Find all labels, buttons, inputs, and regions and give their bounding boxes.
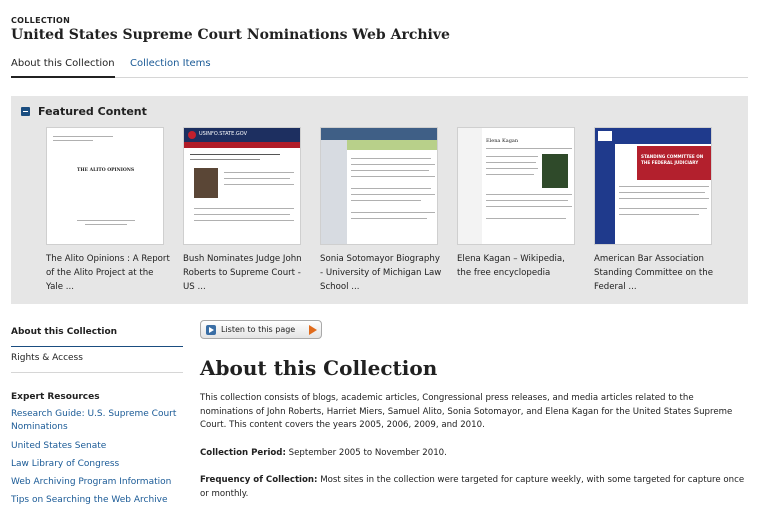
listen-to-page-button[interactable]: Listen to this page <box>200 320 322 339</box>
listen-label: Listen to this page <box>221 325 296 334</box>
thumbnail-image[interactable]: Elena Kagan <box>457 127 575 245</box>
featured-card-roberts[interactable]: USINFO.STATE.GOV Bush Nominates Judge Jo… <box>183 127 303 294</box>
sidebar-link-web-archiving[interactable]: Web Archiving Program Information <box>11 476 183 489</box>
frequency-label: Frequency of Collection: <box>200 475 318 485</box>
thumbnail-image[interactable]: THE ALITO OPINIONS <box>46 127 164 245</box>
collection-frequency: Frequency of Collection: Most sites in t… <box>200 474 748 501</box>
portrait-photo <box>542 154 568 188</box>
featured-content-panel: Featured Content THE ALITO OPINIONS The … <box>11 96 748 304</box>
featured-heading: Featured Content <box>38 105 147 118</box>
featured-card-aba[interactable]: STANDING COMMITTEE ON THE FEDERAL JUDICI… <box>594 127 714 294</box>
sidebar-link-senate[interactable]: United States Senate <box>11 440 183 453</box>
expert-resources-heading: Expert Resources <box>11 392 100 402</box>
collection-description: This collection consists of blogs, acade… <box>200 393 733 430</box>
featured-caption[interactable]: American Bar Association Standing Commit… <box>594 252 718 294</box>
page-title: United States Supreme Court Nominations … <box>11 27 450 43</box>
thumbnail-image[interactable] <box>320 127 438 245</box>
collapse-icon[interactable] <box>21 107 30 116</box>
tab-about[interactable]: About this Collection <box>11 58 115 78</box>
thumbnail-text: THE ALITO OPINIONS <box>77 168 135 173</box>
seal-icon <box>188 131 196 139</box>
collection-period: Collection Period: September 2005 to Nov… <box>200 447 748 461</box>
period-label: Collection Period: <box>200 448 286 458</box>
period-value: September 2005 to November 2010. <box>288 448 447 458</box>
featured-card-sotomayor[interactable]: Sonia Sotomayor Biography - University o… <box>320 127 441 294</box>
featured-caption[interactable]: Elena Kagan – Wikipedia, the free encycl… <box>457 252 581 280</box>
section-title: About this Collection <box>200 356 438 380</box>
thumbnail-image[interactable]: USINFO.STATE.GOV <box>183 127 301 245</box>
play-icon[interactable] <box>309 325 317 335</box>
sidebar-link-search-tips[interactable]: Tips on Searching the Web Archive <box>11 494 183 507</box>
collection-eyebrow: COLLECTION <box>11 16 71 25</box>
sidebar-item-rights[interactable]: Rights & Access <box>11 353 83 363</box>
sidebar-link-law-library[interactable]: Law Library of Congress <box>11 458 183 471</box>
featured-caption[interactable]: The Alito Opinions : A Report of the Ali… <box>46 252 170 294</box>
sidebar-divider <box>11 372 183 373</box>
featured-card-kagan[interactable]: Elena Kagan Elena Kagan – Wikipedia, the… <box>457 127 577 280</box>
featured-card-alito[interactable]: THE ALITO OPINIONS The Alito Opinions : … <box>46 127 170 294</box>
featured-caption[interactable]: Bush Nominates Judge John Roberts to Sup… <box>183 252 307 294</box>
sidebar-link-research-guide[interactable]: Research Guide: U.S. Supreme Court Nomin… <box>11 408 183 434</box>
featured-caption[interactable]: Sonia Sotomayor Biography - University o… <box>320 252 444 294</box>
thumbnail-text: STANDING COMMITTEE ON THE FEDERAL JUDICI… <box>641 154 704 165</box>
sidebar-divider <box>11 346 183 347</box>
portrait-photo <box>194 168 218 198</box>
tab-bar: About this Collection Collection Items <box>11 56 748 78</box>
sidebar-item-about[interactable]: About this Collection <box>11 327 117 337</box>
thumbnail-text: USINFO.STATE.GOV <box>199 131 248 137</box>
featured-header[interactable]: Featured Content <box>21 105 147 118</box>
thumbnail-text: Elena Kagan <box>486 138 519 144</box>
thumbnail-image[interactable]: STANDING COMMITTEE ON THE FEDERAL JUDICI… <box>594 127 712 245</box>
speaker-icon <box>206 324 216 335</box>
tab-collection-items[interactable]: Collection Items <box>130 58 211 78</box>
aba-logo-icon <box>598 131 612 141</box>
